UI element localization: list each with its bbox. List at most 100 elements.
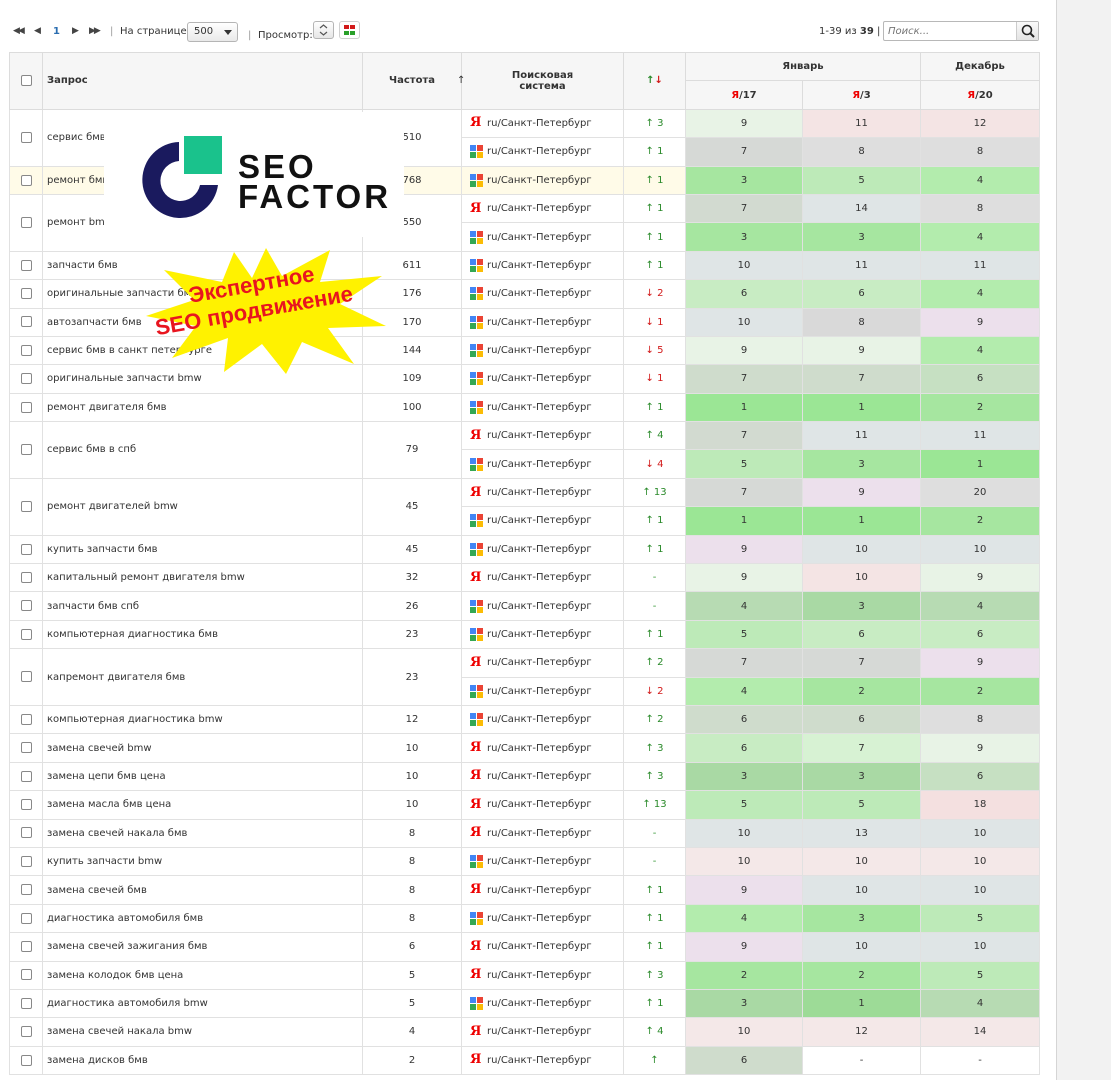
prev-page-icon[interactable]: ◀ bbox=[34, 26, 41, 36]
row-checkbox[interactable] bbox=[20, 543, 32, 555]
row-checkbox[interactable] bbox=[20, 316, 32, 328]
position-cell: 9 bbox=[685, 335, 803, 366]
change-cell: ↑ 1 bbox=[623, 137, 686, 167]
position-cell: 4 bbox=[685, 591, 803, 621]
column-header-frequency[interactable]: Частота ↑ bbox=[362, 52, 465, 110]
first-page-icon[interactable]: ◀◀ bbox=[13, 26, 25, 36]
search-engine-cell: ru/Санкт-Петербург bbox=[461, 506, 624, 536]
table-row: капитальный ремонт двигателя bmw 32 Яru/Са… bbox=[9, 563, 1041, 593]
row-checkbox[interactable] bbox=[20, 444, 32, 456]
last-page-icon[interactable]: ▶▶ bbox=[89, 26, 101, 36]
row-checkbox[interactable] bbox=[20, 401, 32, 413]
search-button[interactable] bbox=[1016, 22, 1038, 40]
row-checkbox[interactable] bbox=[20, 628, 32, 640]
row-checkbox[interactable] bbox=[20, 1054, 32, 1066]
row-checkbox[interactable] bbox=[20, 174, 32, 186]
query-cell[interactable]: диагностика автомобиля бмв bbox=[42, 903, 363, 934]
row-checkbox[interactable] bbox=[20, 997, 32, 1009]
query-cell[interactable]: замена цепи бмв цена bbox=[42, 761, 363, 792]
row-checkbox[interactable] bbox=[20, 770, 32, 782]
position-cell: 8 bbox=[801, 137, 922, 167]
query-cell[interactable]: ремонт двигателя бмв bbox=[42, 392, 363, 423]
row-checkbox[interactable] bbox=[20, 827, 32, 839]
row-checkbox[interactable] bbox=[20, 344, 32, 356]
next-page-icon[interactable]: ▶ bbox=[72, 26, 79, 36]
query-cell[interactable]: замена колодок бмв цена bbox=[42, 960, 363, 990]
query-cell[interactable]: замена свечей накала бмв bbox=[42, 818, 363, 848]
row-checkbox[interactable] bbox=[20, 799, 32, 811]
row-checkbox[interactable] bbox=[20, 131, 32, 143]
query-cell[interactable]: замена свечей bmw bbox=[42, 733, 363, 763]
query-cell[interactable]: капитальный ремонт двигателя bmw bbox=[42, 563, 363, 593]
query-cell[interactable]: компьютерная диагностика бмв bbox=[42, 619, 363, 650]
row-select-cell bbox=[9, 932, 43, 962]
google-icon bbox=[470, 855, 483, 869]
query-cell[interactable]: ремонт двигателей bmw bbox=[42, 477, 363, 536]
row-checkbox[interactable] bbox=[20, 571, 32, 583]
query-cell[interactable]: замена дисков бмв bbox=[42, 1045, 363, 1076]
query-cell[interactable]: замена свечей зажигания бмв bbox=[42, 932, 363, 962]
view-grid-button[interactable] bbox=[339, 21, 360, 39]
google-icon bbox=[470, 911, 483, 925]
row-checkbox[interactable] bbox=[20, 912, 32, 924]
position-cell: 10 bbox=[920, 875, 1041, 905]
per-page-select[interactable]: 500 bbox=[187, 22, 238, 42]
row-checkbox[interactable] bbox=[20, 1026, 32, 1038]
current-page[interactable]: 1 bbox=[53, 26, 60, 37]
region-label: ru/Санкт-Петербург bbox=[487, 373, 592, 385]
position-cell: 10 bbox=[685, 250, 803, 281]
column-header-date-2[interactable]: Я/3 bbox=[801, 80, 922, 110]
position-cell: 1 bbox=[920, 449, 1041, 479]
row-checkbox[interactable] bbox=[20, 671, 32, 683]
table-row: замена свечей bmw 10 Яru/Санкт-Петербург ↑ … bbox=[9, 733, 1041, 763]
row-select-cell bbox=[9, 250, 43, 281]
frequency-cell: 45 bbox=[362, 477, 462, 536]
position-cell: 6 bbox=[801, 279, 922, 309]
change-value: ↑ 1 bbox=[645, 941, 664, 953]
position-cell: 18 bbox=[920, 790, 1041, 820]
column-header-date-1[interactable]: Я/17 bbox=[685, 80, 803, 110]
position-cell: 3 bbox=[801, 222, 922, 252]
row-checkbox[interactable] bbox=[20, 969, 32, 981]
column-header-date-3[interactable]: Я/20 bbox=[920, 80, 1041, 110]
row-checkbox[interactable] bbox=[20, 288, 32, 300]
yandex-icon: Я bbox=[470, 967, 482, 983]
select-all-checkbox[interactable] bbox=[20, 75, 32, 87]
row-checkbox[interactable] bbox=[20, 259, 32, 271]
column-header-search-engine[interactable]: Поисковая система bbox=[461, 52, 624, 110]
position-cell: 5 bbox=[801, 165, 922, 195]
row-checkbox[interactable] bbox=[20, 373, 32, 385]
view-toggle-button[interactable] bbox=[313, 21, 334, 39]
google-icon bbox=[470, 542, 483, 556]
row-select-cell bbox=[9, 477, 43, 536]
query-cell[interactable]: диагностика автомобиля bmw bbox=[42, 988, 363, 1019]
search-input[interactable] bbox=[884, 22, 1014, 40]
query-cell[interactable]: замена свечей бмв bbox=[42, 875, 363, 905]
query-cell[interactable]: купить запчасти bmw bbox=[42, 846, 363, 877]
query-cell[interactable]: замена масла бмв цена bbox=[42, 790, 363, 820]
frequency-cell: 10 bbox=[362, 790, 462, 820]
row-checkbox[interactable] bbox=[20, 501, 32, 512]
column-header-query[interactable]: Запрос bbox=[42, 52, 363, 110]
query-cell[interactable]: запчасти бмв спб bbox=[42, 591, 363, 621]
column-header-change[interactable]: ↑↓ bbox=[623, 52, 686, 110]
row-checkbox[interactable] bbox=[20, 884, 32, 896]
position-cell: 9 bbox=[685, 534, 803, 565]
query-cell[interactable]: сервис бмв в спб bbox=[42, 421, 363, 479]
row-checkbox[interactable] bbox=[20, 713, 32, 725]
query-cell[interactable]: капремонт двигателя бмв bbox=[42, 648, 363, 706]
row-checkbox[interactable] bbox=[20, 941, 32, 953]
query-cell[interactable]: замена свечей накала bmw bbox=[42, 1017, 363, 1047]
region-label: ru/Санкт-Петербург bbox=[487, 742, 592, 754]
query-cell[interactable]: компьютерная диагностика bmw bbox=[42, 704, 363, 735]
row-checkbox[interactable] bbox=[20, 600, 32, 612]
row-checkbox[interactable] bbox=[20, 742, 32, 754]
row-checkbox[interactable] bbox=[20, 855, 32, 867]
search-engine-cell: ru/Санкт-Петербург bbox=[461, 676, 624, 706]
row-checkbox[interactable] bbox=[20, 217, 32, 229]
column-header-december: Декабрь bbox=[920, 51, 1041, 82]
query-cell[interactable]: купить запчасти бмв bbox=[42, 534, 363, 565]
position-cell: 6 bbox=[801, 704, 922, 735]
search-engine-cell: Яru/Санкт-Петербург bbox=[461, 733, 624, 763]
region-label: ru/Санкт-Петербург bbox=[487, 458, 592, 470]
